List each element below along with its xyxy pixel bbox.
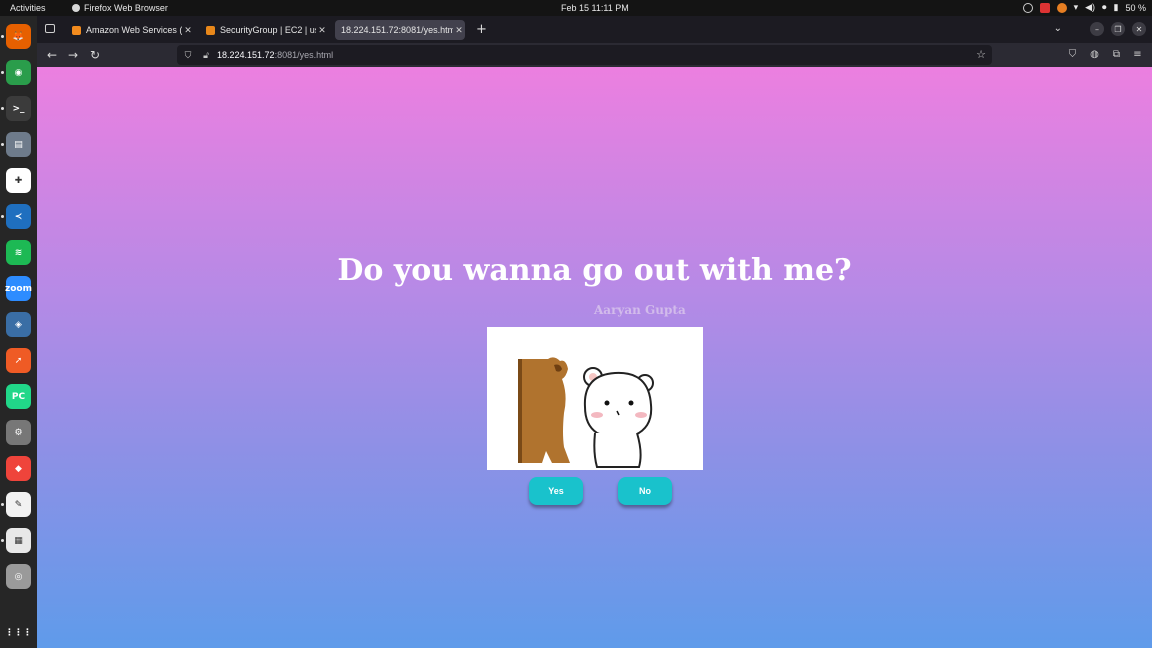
close-tab-icon[interactable]: ✕ bbox=[316, 25, 328, 36]
menu-icon[interactable]: ≡ bbox=[1131, 48, 1144, 61]
running-indicator bbox=[1, 107, 4, 110]
running-indicator bbox=[1, 35, 4, 38]
app-menu[interactable]: Firefox Web Browser bbox=[72, 3, 168, 13]
disk-icon[interactable]: ◎ bbox=[6, 564, 31, 589]
close-tab-icon[interactable]: ✕ bbox=[182, 25, 194, 36]
screen-recorder-icon[interactable] bbox=[1039, 2, 1050, 13]
ec2-favicon-icon bbox=[206, 25, 215, 35]
terminal-icon[interactable]: >_ bbox=[6, 96, 31, 121]
battery-icon: ▮ bbox=[1113, 2, 1119, 12]
tab-security-group[interactable]: SecurityGroup | EC2 | us-east ✕ bbox=[200, 20, 328, 40]
firefox-icon bbox=[72, 4, 80, 12]
system-tray[interactable]: ▾ ◀) ⏺ ▮ 50 % bbox=[1022, 2, 1146, 13]
tab-bar: Amazon Web Services (AWS) ✕ SecurityGrou… bbox=[37, 16, 1152, 43]
volume-icon: ◀) bbox=[1085, 2, 1096, 12]
running-indicator bbox=[1, 503, 4, 506]
slack-icon[interactable]: ✚ bbox=[6, 168, 31, 193]
dock: 🦊 ◉ >_ ▤ ✚ ≺ ≋ zoom ◈ ➚ PC ⚙ ◆ ✎ ▦ ◎ ⋮⋮⋮ bbox=[0, 16, 37, 648]
yes-button[interactable]: Yes bbox=[529, 477, 583, 505]
close-tab-icon[interactable]: ✕ bbox=[453, 25, 465, 36]
files-icon[interactable]: ▤ bbox=[6, 132, 31, 157]
tab-yes-html[interactable]: 18.224.151.72:8081/yes.html ✕ bbox=[335, 20, 465, 40]
url-host: 18.224.151.72 bbox=[217, 50, 275, 60]
tab-label: SecurityGroup | EC2 | us-east bbox=[220, 25, 316, 35]
extensions-icon[interactable]: ⧉ bbox=[1110, 48, 1123, 61]
show-apps-icon[interactable]: ⋮⋮⋮ bbox=[5, 620, 32, 645]
activities-button[interactable]: Activities bbox=[10, 3, 46, 13]
text-editor-icon[interactable]: ✎ bbox=[6, 492, 31, 517]
clock[interactable]: Feb 15 11:11 PM bbox=[561, 3, 629, 13]
brown-bear-icon bbox=[518, 357, 570, 463]
spotify-icon[interactable]: ≋ bbox=[6, 240, 31, 265]
document-viewer-icon[interactable]: ▦ bbox=[6, 528, 31, 553]
author-credit: Aaryan Gupta bbox=[594, 303, 686, 317]
white-bear-icon bbox=[583, 367, 654, 468]
tab-aws[interactable]: Amazon Web Services (AWS) ✕ bbox=[66, 20, 194, 40]
minimize-button[interactable]: – bbox=[1090, 22, 1104, 36]
url-bar[interactable]: ⛉ 🔓︎ 18.224.151.72:8081/yes.html ☆ bbox=[177, 45, 992, 65]
running-indicator bbox=[1, 215, 4, 218]
tracking-protection-icon[interactable]: ⛉ bbox=[181, 50, 195, 61]
anydesk-tray-icon[interactable] bbox=[1056, 2, 1067, 13]
reload-button[interactable]: ↻ bbox=[86, 46, 104, 64]
window-controls: – ❐ ✕ bbox=[1090, 22, 1146, 36]
pycharm-icon[interactable]: PC bbox=[6, 384, 31, 409]
account-icon[interactable]: ◍ bbox=[1088, 48, 1101, 61]
no-button[interactable]: No bbox=[618, 477, 672, 505]
close-window-button[interactable]: ✕ bbox=[1132, 22, 1146, 36]
tab-label: Amazon Web Services (AWS) bbox=[86, 25, 182, 35]
firefox-icon[interactable]: 🦊 bbox=[6, 24, 31, 49]
page-viewport: Do you wanna go out with me? Aaryan Gupt… bbox=[37, 67, 1152, 648]
wifi-icon: ▾ bbox=[1073, 2, 1079, 12]
vscode-icon[interactable]: ≺ bbox=[6, 204, 31, 229]
app-menu-label: Firefox Web Browser bbox=[84, 3, 168, 13]
list-all-tabs-icon[interactable]: ⌄ bbox=[1054, 23, 1062, 34]
zoom-icon[interactable]: zoom bbox=[5, 276, 32, 301]
url-path: :8081/yes.html bbox=[274, 50, 334, 60]
maximize-button[interactable]: ❐ bbox=[1111, 22, 1125, 36]
anydesk-icon[interactable]: ◆ bbox=[6, 456, 31, 481]
running-indicator bbox=[1, 539, 4, 542]
forward-button[interactable]: → bbox=[64, 46, 82, 64]
page-title: Do you wanna go out with me? bbox=[337, 253, 852, 288]
chrome-tray-icon[interactable] bbox=[1022, 2, 1033, 13]
postman-icon[interactable]: ➚ bbox=[6, 348, 31, 373]
running-indicator bbox=[1, 71, 4, 74]
battery-percent: 50 % bbox=[1125, 2, 1146, 13]
pocket-icon[interactable]: ⛉ bbox=[1066, 48, 1079, 61]
system-top-bar: Activities Firefox Web Browser Feb 15 11… bbox=[0, 0, 1152, 16]
settings-icon[interactable]: ⚙ bbox=[6, 420, 31, 445]
navigation-toolbar: ← → ↻ ⛉ 🔓︎ 18.224.151.72:8081/yes.html ☆… bbox=[37, 43, 1152, 67]
back-button[interactable]: ← bbox=[43, 46, 61, 64]
mysql-workbench-icon[interactable]: ◈ bbox=[6, 312, 31, 337]
aws-favicon-icon bbox=[72, 25, 81, 35]
running-indicator bbox=[1, 143, 4, 146]
new-tab-button[interactable]: + bbox=[476, 22, 487, 37]
microphone-icon: ⏺ bbox=[1102, 2, 1107, 12]
insecure-lock-icon[interactable]: 🔓︎ bbox=[199, 50, 213, 61]
tab-list-button[interactable] bbox=[45, 24, 55, 33]
tab-label: 18.224.151.72:8081/yes.html bbox=[341, 25, 453, 35]
bear-gif-image bbox=[487, 327, 703, 470]
bookmark-star-icon[interactable]: ☆ bbox=[976, 48, 986, 61]
chrome-icon[interactable]: ◉ bbox=[6, 60, 31, 85]
